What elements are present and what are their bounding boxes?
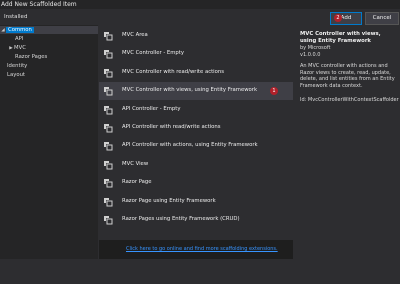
scaffold-template-icon bbox=[103, 105, 113, 115]
template-label: Razor Pages using Entity Framework (CRUD… bbox=[122, 216, 240, 222]
tree-item-layout[interactable]: Layout bbox=[0, 71, 105, 79]
details-panel: MVC Controller with views, using Entity … bbox=[294, 25, 400, 259]
category-tree: ◢ Common API ▶MVC Razor Pages Identity La… bbox=[0, 25, 98, 259]
details-description: An MVC controller with actions and Razor… bbox=[300, 63, 395, 89]
scaffold-template-icon bbox=[103, 160, 113, 170]
template-item[interactable]: API Controller with read/write actions bbox=[99, 119, 293, 137]
template-item[interactable]: Razor Page using Entity Framework bbox=[99, 193, 293, 211]
template-label: MVC Controller - Empty bbox=[122, 50, 184, 57]
window-title: Add New Scaffolded Item bbox=[1, 1, 77, 8]
template-label: Razor Page using Entity Framework bbox=[122, 197, 216, 204]
tree-item-identity[interactable]: Identity bbox=[0, 62, 105, 70]
tree-item-label: Common bbox=[6, 27, 34, 33]
template-label: Razor Page bbox=[122, 179, 152, 186]
cancel-button[interactable]: Cancel bbox=[365, 12, 399, 25]
step-badge: 1 bbox=[270, 87, 278, 96]
tree-item-label: API bbox=[15, 36, 24, 42]
scaffold-template-icon bbox=[103, 68, 113, 78]
scaffold-template-icon bbox=[103, 31, 113, 41]
title-bar: Add New Scaffolded Item bbox=[0, 0, 400, 9]
template-item[interactable]: Razor Pages using Entity Framework (CRUD… bbox=[99, 211, 293, 229]
details-author: by Microsoft bbox=[300, 45, 331, 51]
template-item[interactable]: MVC View bbox=[99, 156, 293, 174]
template-label: MVC View bbox=[122, 160, 149, 167]
step-badge: 2 bbox=[334, 14, 342, 22]
installed-header: Installed bbox=[4, 14, 28, 20]
details-title: MVC Controller with views, using Entity … bbox=[300, 31, 381, 44]
dialog-footer bbox=[0, 260, 400, 284]
tree-item-common[interactable]: ◢ Common bbox=[0, 26, 98, 34]
scaffold-template-icon bbox=[103, 215, 113, 225]
template-item[interactable]: Razor Page bbox=[99, 174, 293, 192]
tree-item-label: MVC bbox=[14, 45, 26, 51]
template-item[interactable]: MVC Area bbox=[99, 27, 293, 45]
template-list: MVC Area MVC Controller - Empty MVC Contro… bbox=[99, 25, 293, 239]
online-link-bar: Click here to go online and find more sc… bbox=[99, 240, 293, 259]
scaffold-template-icon bbox=[103, 141, 113, 151]
online-extensions-link[interactable]: Click here to go online and find more sc… bbox=[126, 246, 278, 252]
template-item[interactable]: MVC Controller - Empty bbox=[99, 45, 293, 63]
tree-item-razor-pages[interactable]: Razor Pages bbox=[0, 53, 113, 61]
template-label: MVC Controller with views, using Entity … bbox=[122, 87, 258, 94]
scaffold-template-icon bbox=[103, 49, 113, 59]
template-item[interactable]: API Controller - Empty bbox=[99, 101, 293, 119]
template-item[interactable]: MVC Controller with read/write actions bbox=[99, 64, 293, 82]
details-version: v1.0.0.0 bbox=[300, 52, 321, 58]
tree-item-api[interactable]: API bbox=[0, 35, 113, 43]
template-item[interactable]: API Controller with actions, using Entit… bbox=[99, 137, 293, 155]
template-label: API Controller - Empty bbox=[122, 105, 181, 112]
scaffold-template-icon bbox=[103, 123, 113, 133]
scaffold-template-icon bbox=[103, 197, 113, 207]
tree-item-mvc[interactable]: ▶MVC bbox=[0, 44, 106, 52]
template-label: API Controller with actions, using Entit… bbox=[122, 142, 258, 149]
template-label: API Controller with read/write actions bbox=[122, 124, 221, 130]
scaffold-template-icon bbox=[103, 178, 113, 188]
template-item[interactable]: MVC Controller with views, using Entity … bbox=[99, 82, 293, 101]
tree-item-label: Layout bbox=[7, 72, 26, 78]
template-label: MVC Controller with read/write actions bbox=[122, 68, 225, 75]
scaffold-template-icon bbox=[103, 86, 113, 96]
details-id: Id: MvcControllerWithContextScaffolder bbox=[300, 97, 399, 103]
tree-item-label: Razor Pages bbox=[15, 54, 48, 60]
tree-item-label: Identity bbox=[7, 63, 28, 69]
template-label: MVC Area bbox=[122, 32, 148, 38]
